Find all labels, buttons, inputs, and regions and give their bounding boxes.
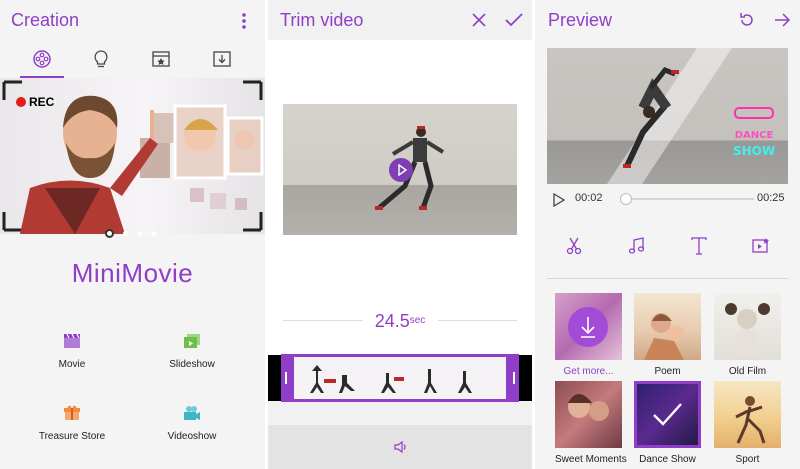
confirm-check-icon[interactable] xyxy=(505,12,523,31)
download-icon xyxy=(213,51,231,67)
text-icon[interactable] xyxy=(691,237,707,255)
camera-icon xyxy=(184,406,200,420)
theme-old-film[interactable]: Old Film xyxy=(714,293,781,377)
tab-lightbulb[interactable] xyxy=(90,48,112,70)
film-reel-icon xyxy=(33,50,51,68)
minimovie-logo: MiniMovie xyxy=(71,258,194,288)
seek-knob[interactable] xyxy=(619,193,632,205)
total-time: 00:25 xyxy=(757,192,785,204)
treasure-store-button[interactable]: Treasure Store xyxy=(12,405,132,442)
clapperboard-icon xyxy=(64,333,80,348)
current-time: 00:02 xyxy=(575,192,603,204)
slideshow-button[interactable]: Slideshow xyxy=(132,333,252,370)
play-icon[interactable] xyxy=(553,193,565,207)
theme-sweet-moments[interactable]: Sweet Moments xyxy=(555,381,627,465)
creation-tab-bar xyxy=(0,40,265,78)
theme-get-more[interactable]: Get more... xyxy=(555,293,622,377)
videoshow-button[interactable]: Videoshow xyxy=(132,405,252,442)
play-icon xyxy=(398,163,408,177)
trim-video-panel: Trim video 24.5sec xyxy=(268,0,532,469)
seek-track[interactable] xyxy=(622,198,754,200)
preview-panel: Preview DANCE SHOW 00:02 00:25 Get more.… xyxy=(535,0,800,469)
undo-icon[interactable] xyxy=(738,11,756,32)
close-icon[interactable] xyxy=(471,12,487,31)
tab-star-video[interactable] xyxy=(150,48,172,70)
record-dot-icon xyxy=(16,97,26,107)
theme-label: Sport xyxy=(735,454,760,465)
banner-pagination[interactable] xyxy=(105,223,165,241)
player-controls: 00:02 00:25 xyxy=(535,186,800,212)
lightbulb-icon xyxy=(94,50,108,68)
rec-label: REC xyxy=(29,95,55,109)
creation-title: Creation xyxy=(11,10,80,30)
videoshow-label: Videoshow xyxy=(167,431,217,442)
theme-sport[interactable]: Sport xyxy=(714,381,781,465)
toolbar-divider xyxy=(547,278,788,279)
page-dot[interactable] xyxy=(123,231,128,236)
theme-label: Dance Show xyxy=(639,454,696,465)
theme-label: Poem xyxy=(654,366,681,377)
scissors-icon[interactable] xyxy=(566,237,582,255)
trim-handle-left-grip[interactable] xyxy=(285,372,287,384)
theme-label: Old Film xyxy=(728,366,767,377)
theme-label: Get more... xyxy=(563,366,614,377)
creation-panel: Creation REC MiniMovie Movie Slideshow T… xyxy=(0,0,265,469)
trim-handle-right-grip[interactable] xyxy=(513,372,515,384)
tab-film-reel[interactable] xyxy=(20,48,64,78)
duration-unit: sec xyxy=(409,315,426,326)
page-dot-active[interactable] xyxy=(105,229,114,238)
play-button[interactable] xyxy=(389,158,413,182)
trim-selection[interactable] xyxy=(281,354,519,402)
page-dot[interactable] xyxy=(137,231,142,236)
movie-label: Movie xyxy=(58,359,86,370)
gift-icon xyxy=(64,405,80,420)
movie-button[interactable]: Movie xyxy=(12,333,132,370)
treasure-store-label: Treasure Store xyxy=(38,431,106,442)
duration-value: 24.5 xyxy=(374,311,410,331)
slideshow-label: Slideshow xyxy=(169,359,215,370)
music-note-icon[interactable] xyxy=(628,237,644,255)
theme-dance-show[interactable]: Dance Show xyxy=(634,381,701,465)
preview-title: Preview xyxy=(548,10,613,30)
theme-label: Sweet Moments xyxy=(555,454,627,465)
edit-toolbar xyxy=(535,228,800,264)
next-arrow-icon[interactable] xyxy=(773,11,791,32)
slideshow-icon xyxy=(184,334,200,348)
trim-duration: 24.5sec xyxy=(268,311,532,332)
sound-bar xyxy=(268,425,532,469)
speaker-icon[interactable] xyxy=(393,439,409,455)
page-dot[interactable] xyxy=(151,231,156,236)
more-options-icon[interactable] xyxy=(240,12,248,34)
preview-video[interactable]: DANCE SHOW xyxy=(547,48,788,184)
rec-indicator: REC xyxy=(16,95,54,109)
theme-film-icon[interactable] xyxy=(752,237,770,255)
theme-poem[interactable]: Poem xyxy=(634,293,701,377)
svg-text:DANCE: DANCE xyxy=(735,130,774,141)
tab-download[interactable] xyxy=(211,48,233,70)
trim-video-title: Trim video xyxy=(280,10,364,30)
star-video-icon xyxy=(152,51,170,67)
svg-text:SHOW: SHOW xyxy=(733,144,775,158)
